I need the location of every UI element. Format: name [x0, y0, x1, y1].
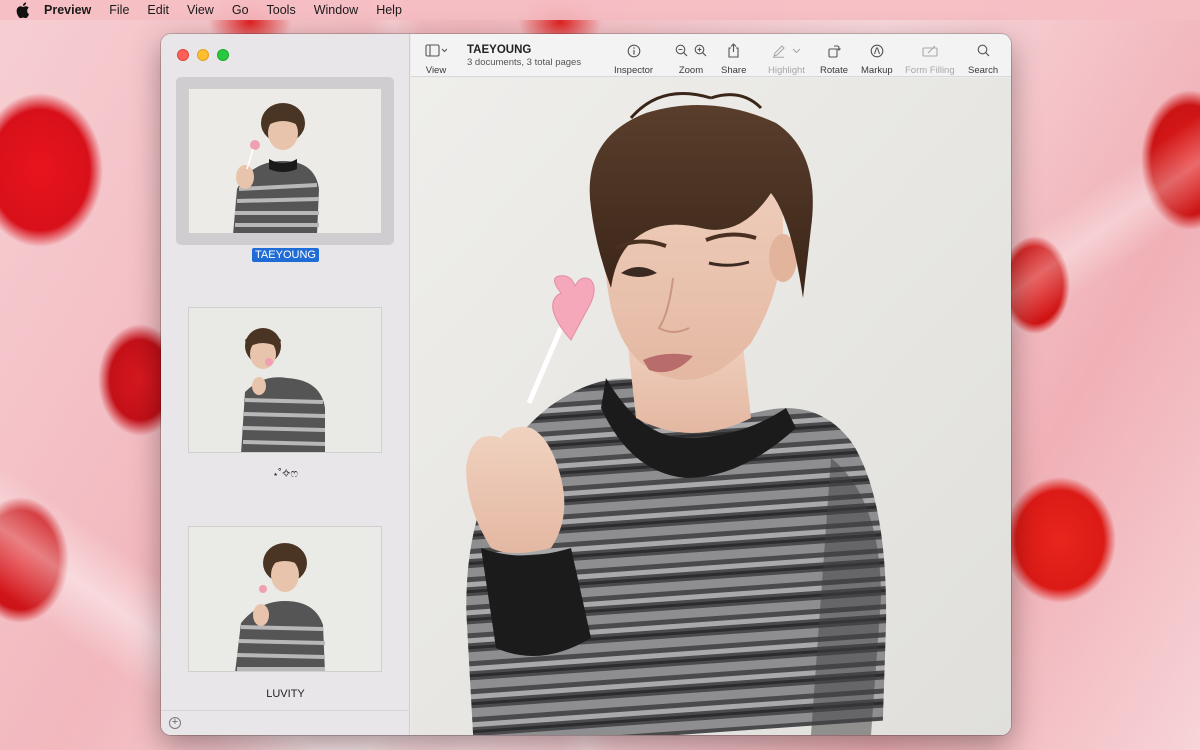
document-title: TAEYOUNG [467, 44, 532, 56]
thumbnail-label-text[interactable]: TAEYOUNG [252, 248, 319, 262]
document-photo [411, 78, 1011, 735]
menu-view[interactable]: View [187, 3, 214, 17]
inspector-button[interactable]: Inspector [614, 42, 653, 76]
thumbnail-image [188, 88, 382, 234]
preview-window: TAEYOUNG ⋆˚✧ෆ LUVITY + View TAEYOUNG 3 d… [161, 34, 1011, 735]
document-subtitle: 3 documents, 3 total pages [467, 57, 582, 68]
info-icon [627, 44, 640, 57]
thumbnail-image [188, 526, 382, 672]
menu-window[interactable]: Window [314, 3, 358, 17]
highlighter-icon [772, 44, 785, 58]
search-button[interactable]: Search [968, 42, 998, 76]
menu-app-name[interactable]: Preview [44, 3, 91, 17]
form-filling-button[interactable]: Form Filling [905, 42, 955, 76]
thumbnail-label-1: TAEYOUNG [161, 248, 410, 262]
thumbnail-item-2[interactable] [176, 296, 394, 464]
markup-pen-icon [870, 44, 884, 57]
menu-bar: Preview File Edit View Go Tools Window H… [0, 0, 1200, 20]
document-view[interactable] [411, 78, 1011, 735]
close-button[interactable] [177, 49, 189, 61]
thumbnail-sidebar: TAEYOUNG ⋆˚✧ෆ LUVITY + [161, 34, 410, 735]
view-button[interactable]: View [425, 42, 447, 76]
markup-button[interactable]: Markup [861, 42, 893, 76]
menu-go[interactable]: Go [232, 3, 249, 17]
share-button[interactable]: Share [721, 42, 746, 76]
zoom-out-icon[interactable] [675, 44, 688, 57]
toolbar: View TAEYOUNG 3 documents, 3 total pages… [411, 34, 1011, 77]
highlight-button[interactable]: Highlight [768, 42, 805, 76]
thumbnail-label-3[interactable]: LUVITY [161, 688, 410, 700]
thumbnail-image [188, 307, 382, 453]
thumbnail-label-2[interactable]: ⋆˚✧ෆ [161, 468, 410, 481]
menu-edit[interactable]: Edit [147, 3, 169, 17]
sidebar-icon [425, 43, 447, 57]
fullscreen-button[interactable] [217, 49, 229, 61]
zoom-button-group[interactable]: Zoom [675, 42, 707, 76]
apple-logo-icon[interactable] [16, 2, 30, 18]
share-icon [728, 43, 739, 58]
sidebar-divider [161, 710, 410, 711]
thumbnail-item-3[interactable] [176, 515, 394, 683]
chevron-down-icon[interactable] [792, 48, 801, 54]
minimize-button[interactable] [197, 49, 209, 61]
search-icon [977, 44, 989, 57]
menu-tools[interactable]: Tools [267, 3, 296, 17]
rotate-button[interactable]: Rotate [820, 42, 848, 76]
menu-file[interactable]: File [109, 3, 129, 17]
menu-help[interactable]: Help [376, 3, 402, 17]
rotate-icon [828, 44, 841, 58]
zoom-in-icon[interactable] [694, 44, 707, 57]
add-page-button[interactable]: + [169, 717, 181, 729]
thumbnail-item-1[interactable] [176, 77, 394, 245]
form-filling-icon [922, 45, 938, 57]
window-controls [177, 49, 229, 61]
